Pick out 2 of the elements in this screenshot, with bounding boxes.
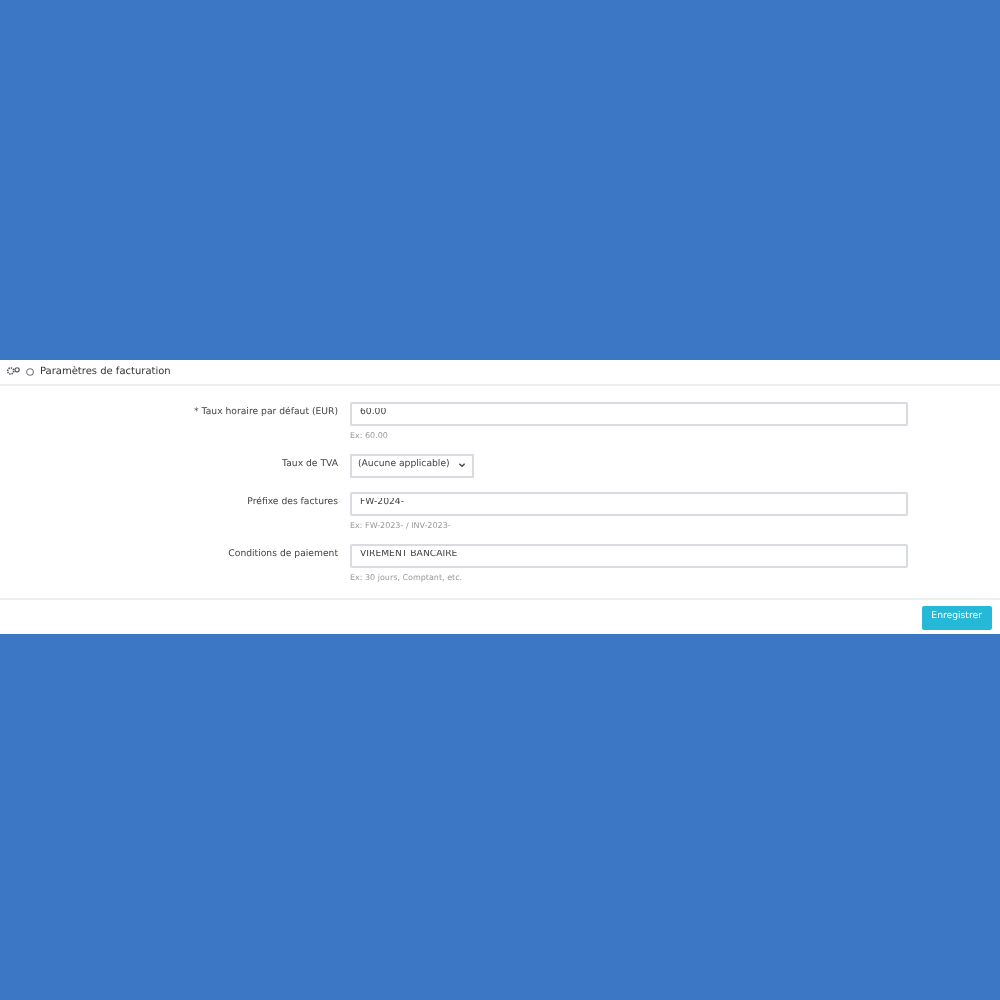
caret-icon bbox=[458, 462, 466, 468]
gears-icon bbox=[6, 366, 20, 376]
